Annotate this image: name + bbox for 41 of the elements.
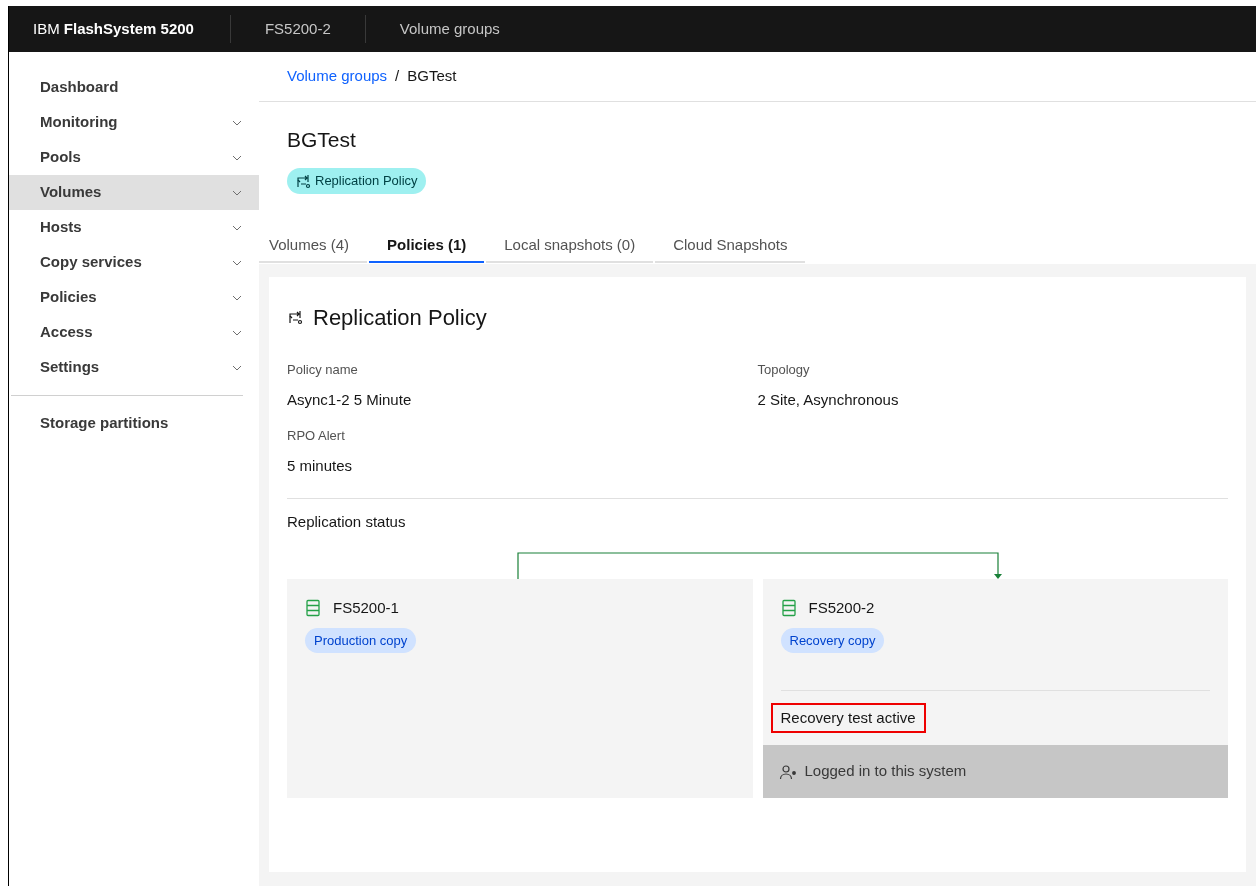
sidebar-item[interactable]: Monitoring — [9, 105, 259, 140]
sidebar-item[interactable]: Dashboard — [9, 70, 259, 105]
field-label: Topology — [757, 360, 811, 379]
breadcrumb-separator: / — [395, 66, 400, 87]
field-label: Policy name — [287, 360, 359, 379]
page-name[interactable]: Volume groups — [365, 17, 534, 41]
field-value: Async1-2 5 Minute — [287, 390, 413, 410]
status-label: Replication status — [287, 511, 407, 532]
sidebar-item[interactable]: Hosts — [9, 210, 259, 245]
tab[interactable]: Policies (1) — [369, 227, 485, 263]
user-icon — [778, 763, 797, 780]
sidebar-item[interactable]: Storage partitions — [9, 406, 259, 441]
sidebar-item[interactable]: Access — [9, 315, 259, 350]
field-value: 2 Site, Asynchronous — [757, 390, 900, 410]
field-label: RPO Alert — [287, 426, 346, 445]
section-heading: Replication Policy — [313, 303, 487, 332]
sidebar-item[interactable]: Copy services — [9, 245, 259, 280]
policy-icon — [295, 172, 311, 189]
server-icon — [305, 599, 321, 618]
breadcrumb-current: BGTest — [407, 66, 457, 87]
breadcrumb-link[interactable]: Volume groups — [287, 65, 388, 88]
footer-text: Logged in to this system — [804, 761, 967, 782]
system-name: FS5200-1 — [333, 598, 399, 618]
copy-tag: Recovery copy — [780, 627, 885, 653]
tab[interactable]: Local snapshots (0) — [486, 227, 654, 263]
copy-tag: Production copy — [305, 627, 417, 653]
system-name[interactable]: FS5200-2 — [230, 17, 365, 41]
sidebar-item[interactable]: Volumes — [9, 175, 259, 210]
system-name: FS5200-2 — [808, 598, 875, 618]
policy-icon — [287, 309, 303, 325]
field-value: 5 minutes — [287, 456, 354, 476]
sidebar-item[interactable]: Policies — [9, 280, 259, 315]
tab[interactable]: Volumes (4) — [259, 227, 368, 263]
tab[interactable]: Cloud Snapshots — [655, 227, 806, 263]
sidebar-item[interactable]: Pools — [9, 140, 259, 175]
server-icon — [780, 599, 797, 618]
sidebar-item[interactable]: Settings — [9, 350, 259, 385]
product-name[interactable]: IBM FlashSystem 5200 — [9, 17, 218, 41]
policy-tag: Replication Policy — [287, 167, 426, 194]
page-title: BGTest — [286, 127, 357, 153]
status-text: Recovery test active — [770, 702, 926, 733]
